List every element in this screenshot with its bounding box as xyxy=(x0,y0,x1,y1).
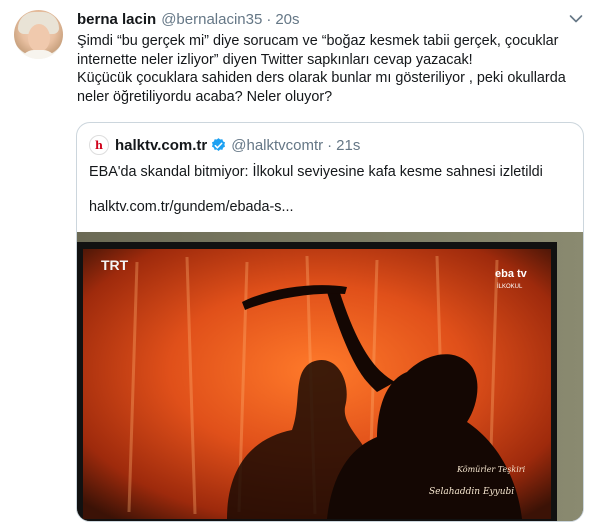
separator-dot: · xyxy=(266,11,272,28)
author-handle[interactable]: @bernalacin35 xyxy=(161,11,262,28)
tweet-header: berna lacin @bernalacin35 · 20s xyxy=(77,11,300,31)
quoted-tweet-link[interactable]: halktv.com.tr/gundem/ebada-s... xyxy=(89,198,294,217)
tweet[interactable]: berna lacin @bernalacin35 · 20s Şimdi “b… xyxy=(0,0,589,530)
quoted-author-name[interactable]: halktv.com.tr xyxy=(115,137,207,154)
verified-badge-icon xyxy=(212,137,226,151)
quoted-tweet-header: h halktv.com.tr @halktvcomtr · 21s xyxy=(89,135,360,155)
halktv-logo: h xyxy=(89,135,109,155)
avatar-face xyxy=(28,24,50,52)
quoted-tweet-time[interactable]: 21s xyxy=(336,137,360,154)
quoted-separator-dot: · xyxy=(327,136,333,154)
avatar[interactable] xyxy=(14,10,63,59)
media-caption-line-1: Kömürler Teşkiri xyxy=(456,465,526,474)
media-caption-line-2: Selahaddin Eyyubi xyxy=(429,487,514,497)
tv-scene-illustration: TRT eba tv İLKOKUL Kömürler Teşkiri Sela… xyxy=(77,232,583,521)
eba-tv-logo: eba tv xyxy=(495,268,528,280)
quoted-media-image[interactable]: TRT eba tv İLKOKUL Kömürler Teşkiri Sela… xyxy=(77,232,583,521)
eba-tv-sublabel: İLKOKUL xyxy=(497,283,523,290)
quoted-tweet[interactable]: h halktv.com.tr @halktvcomtr · 21s EBA'd… xyxy=(76,122,584,522)
quoted-tweet-text: EBA'da skandal bitmiyor: İlkokul seviyes… xyxy=(89,164,543,180)
author-name[interactable]: berna lacin xyxy=(77,11,156,28)
tweet-text-paragraph-1: Şimdi “bu gerçek mi” diye sorucam ve “bo… xyxy=(77,33,559,68)
tweet-time[interactable]: 20s xyxy=(275,11,299,28)
avatar-shirt xyxy=(20,50,57,59)
quoted-author-handle[interactable]: @halktvcomtr xyxy=(231,137,323,154)
tweet-text-paragraph-2: Küçücük çocuklara sahiden ders olarak bu… xyxy=(77,70,566,105)
trt-logo: TRT xyxy=(101,257,129,273)
chevron-down-icon[interactable] xyxy=(569,14,583,24)
tweet-text: Şimdi “bu gerçek mi” diye sorucam ve “bo… xyxy=(77,32,582,106)
